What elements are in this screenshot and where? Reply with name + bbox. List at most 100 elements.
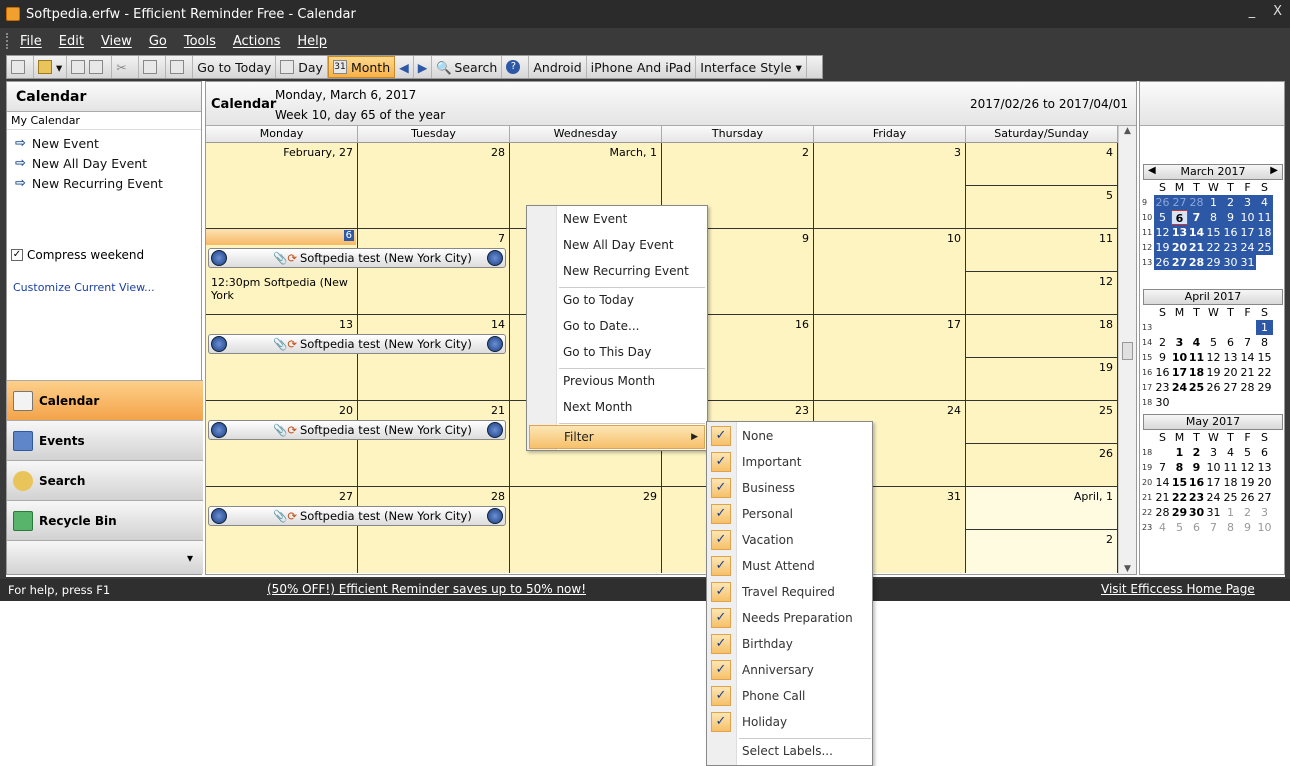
mini-day[interactable]: 23: [1222, 240, 1239, 255]
mini-day[interactable]: 21: [1188, 240, 1205, 255]
mini-day[interactable]: 29: [1256, 380, 1273, 395]
next-button[interactable]: ▶: [414, 56, 433, 78]
day-cell[interactable]: 25: [966, 401, 1118, 444]
mini-day[interactable]: 3: [1256, 505, 1273, 520]
menu-item-next-month[interactable]: Next Month: [563, 400, 632, 414]
mini-day[interactable]: 22: [1205, 240, 1222, 255]
mini-day[interactable]: 18: [1188, 365, 1205, 380]
search-button[interactable]: 🔍 Search: [432, 56, 503, 78]
mini-day[interactable]: [1205, 320, 1222, 335]
prev-month-icon[interactable]: ◀: [1148, 165, 1156, 176]
nav-recycle-bin[interactable]: Recycle Bin: [7, 500, 203, 540]
menu-item-go-to-date[interactable]: Go to Date...: [563, 319, 639, 333]
mini-day[interactable]: 13: [1256, 460, 1273, 475]
mini-day[interactable]: 12: [1205, 350, 1222, 365]
mini-day[interactable]: 8: [1171, 460, 1188, 475]
close-button[interactable]: X: [1273, 4, 1282, 19]
mini-day[interactable]: 5: [1154, 210, 1171, 225]
mini-day[interactable]: 29: [1171, 505, 1188, 520]
day-cell[interactable]: 4: [966, 143, 1118, 186]
mini-day[interactable]: 7: [1205, 520, 1222, 535]
menu-item-previous-month[interactable]: Previous Month: [563, 374, 655, 388]
mini-day[interactable]: 8: [1222, 520, 1239, 535]
mini-day[interactable]: 10: [1171, 350, 1188, 365]
cut-button[interactable]: ✂: [112, 56, 140, 78]
interface-style-button[interactable]: Interface Style ▾: [696, 56, 807, 78]
mini-day[interactable]: [1256, 255, 1273, 270]
mini-day[interactable]: 7: [1239, 335, 1256, 350]
mini-day[interactable]: 22: [1256, 365, 1273, 380]
day-cell[interactable]: April, 1: [966, 487, 1118, 530]
mini-day[interactable]: 24: [1239, 240, 1256, 255]
mini-day[interactable]: 23: [1188, 490, 1205, 505]
mini-day[interactable]: 6: [1222, 335, 1239, 350]
day-cell[interactable]: 19: [966, 357, 1118, 400]
mini-day[interactable]: 9: [1239, 520, 1256, 535]
mini-day[interactable]: 28: [1188, 255, 1205, 270]
paste-button[interactable]: [166, 56, 194, 78]
mini-day[interactable]: 30: [1188, 505, 1205, 520]
mini-day[interactable]: 5: [1171, 520, 1188, 535]
mini-day[interactable]: 27: [1256, 490, 1273, 505]
mini-day[interactable]: 19: [1239, 475, 1256, 490]
mini-day[interactable]: 27: [1222, 380, 1239, 395]
filter-must-attend[interactable]: Must Attend: [742, 559, 815, 573]
day-cell[interactable]: 11: [966, 229, 1118, 272]
menu-file[interactable]: File: [20, 34, 42, 49]
mini-day[interactable]: 4: [1154, 520, 1171, 535]
mini-day[interactable]: 26: [1154, 195, 1171, 210]
mini-day[interactable]: 29: [1205, 255, 1222, 270]
filter-phone-call[interactable]: Phone Call: [742, 689, 805, 703]
mini-day[interactable]: 18: [1256, 225, 1273, 240]
mini-day[interactable]: 1: [1222, 505, 1239, 520]
select-labels-item[interactable]: Select Labels...: [742, 744, 833, 758]
mini-day[interactable]: 11: [1256, 210, 1273, 225]
menu-item-new-all-day-event[interactable]: New All Day Event: [563, 238, 674, 252]
mini-day[interactable]: 13: [1171, 225, 1188, 240]
mini-day[interactable]: 17: [1205, 475, 1222, 490]
day-cell[interactable]: 26: [966, 443, 1118, 486]
menu-tools[interactable]: Tools: [184, 34, 216, 49]
mini-day[interactable]: 1: [1171, 445, 1188, 460]
day-cell[interactable]: 5: [966, 185, 1118, 228]
menu-item-go-to-today[interactable]: Go to Today: [563, 293, 634, 307]
day-cell[interactable]: 2: [966, 530, 1118, 573]
vertical-scrollbar[interactable]: ▲ ▼: [1118, 126, 1136, 574]
filter-anniversary[interactable]: Anniversary: [742, 663, 814, 677]
mini-day[interactable]: 25: [1222, 490, 1239, 505]
mini-day[interactable]: 18: [1222, 475, 1239, 490]
mini-day[interactable]: 26: [1154, 255, 1171, 270]
mini-day[interactable]: 28: [1188, 195, 1205, 210]
filter-important[interactable]: Important: [742, 455, 802, 469]
mini-day[interactable]: 9: [1188, 460, 1205, 475]
mini-day[interactable]: 16: [1188, 475, 1205, 490]
mini-day[interactable]: 27: [1171, 195, 1188, 210]
menu-edit[interactable]: Edit: [59, 34, 84, 49]
mini-day[interactable]: 15: [1205, 225, 1222, 240]
day-cell[interactable]: 28: [358, 487, 510, 573]
mini-day[interactable]: 5: [1239, 445, 1256, 460]
menu-item-new-recurring-event[interactable]: New Recurring Event: [563, 264, 689, 278]
mini-day[interactable]: 22: [1171, 490, 1188, 505]
customize-view-link[interactable]: Customize Current View...: [13, 281, 155, 294]
next-month-icon[interactable]: ▶: [1270, 165, 1278, 176]
event-item[interactable]: 12:30pm Softpedia (New York: [211, 276, 357, 302]
mini-day[interactable]: 2: [1222, 195, 1239, 210]
menu-item-filter[interactable]: Filter ▶: [529, 425, 705, 449]
minimize-button[interactable]: _: [1249, 4, 1256, 19]
mini-day[interactable]: [1222, 320, 1239, 335]
promo-link[interactable]: (50% OFF!) Efficient Reminder saves up t…: [267, 582, 586, 596]
mini-day[interactable]: 24: [1171, 380, 1188, 395]
day-cell[interactable]: 29: [510, 487, 662, 573]
nav-search[interactable]: Search: [7, 460, 203, 500]
mini-day[interactable]: 9: [1222, 210, 1239, 225]
mini-day[interactable]: 4: [1256, 195, 1273, 210]
mini-day[interactable]: 3: [1205, 445, 1222, 460]
mini-day[interactable]: 20: [1256, 475, 1273, 490]
mini-day[interactable]: [1154, 445, 1171, 460]
mini-day[interactable]: 2: [1239, 505, 1256, 520]
new-recurring-event-link[interactable]: ⇨ New Recurring Event: [7, 173, 201, 193]
mini-day[interactable]: 31: [1205, 505, 1222, 520]
day-view-button[interactable]: Day: [276, 56, 328, 78]
previous-button[interactable]: ◀: [395, 56, 414, 78]
